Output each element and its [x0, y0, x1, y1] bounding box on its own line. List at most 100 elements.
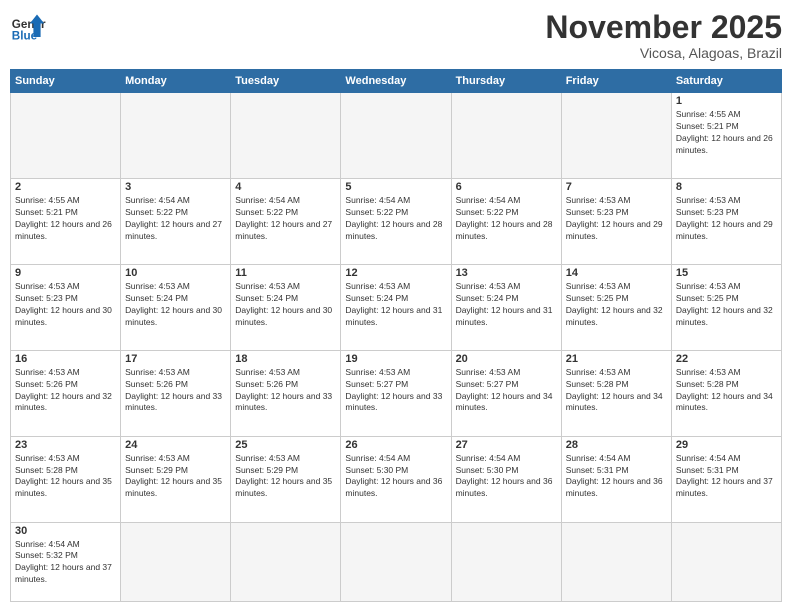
day-info: Sunrise: 4:54 AMSunset: 5:32 PMDaylight:…: [15, 539, 116, 587]
day-number: 23: [15, 439, 116, 451]
day-number: 26: [345, 439, 446, 451]
day-info: Sunrise: 4:53 AMSunset: 5:25 PMDaylight:…: [566, 281, 667, 329]
calendar-week-row: 23 Sunrise: 4:53 AMSunset: 5:28 PMDayligh…: [11, 436, 782, 522]
calendar-day-cell: 24Sunrise: 4:53 AMSunset: 5:29 PMDayligh…: [121, 436, 231, 522]
calendar-day-cell: [341, 522, 451, 601]
day-info: Sunrise: 4:53 AMSunset: 5:23 PMDaylight:…: [566, 195, 667, 243]
calendar-week-row: 30Sunrise: 4:54 AMSunset: 5:32 PMDayligh…: [11, 522, 782, 601]
day-number: 3: [125, 181, 226, 193]
calendar-day-cell: [121, 522, 231, 601]
day-info: Sunrise: 4:53 AMSunset: 5:24 PMDaylight:…: [235, 281, 336, 329]
calendar-day-cell: 9 Sunrise: 4:53 AMSunset: 5:23 PMDaylight…: [11, 264, 121, 350]
day-number: 22: [676, 353, 777, 365]
calendar-day-cell: 5 Sunrise: 4:54 AMSunset: 5:22 PMDaylight…: [341, 179, 451, 265]
day-info: Sunrise: 4:53 AMSunset: 5:29 PMDaylight:…: [235, 453, 336, 501]
day-info: Sunrise: 4:53 AMSunset: 5:24 PMDaylight:…: [345, 281, 446, 329]
day-number: 16: [15, 353, 116, 365]
calendar-day-cell: [451, 522, 561, 601]
day-info: Sunrise: 4:53 AMSunset: 5:23 PMDaylight:…: [676, 195, 777, 243]
day-number: 27: [456, 439, 557, 451]
day-info: Sunrise: 4:53 AMSunset: 5:26 PMDaylight:…: [15, 367, 116, 415]
month-title: November 2025: [545, 10, 782, 45]
logo-icon: General Blue: [10, 10, 46, 46]
day-number: 7: [566, 181, 667, 193]
calendar-day-cell: [231, 93, 341, 179]
day-number: 17: [125, 353, 226, 365]
day-number: 2: [15, 181, 116, 193]
calendar-day-cell: 19Sunrise: 4:53 AMSunset: 5:27 PMDayligh…: [341, 350, 451, 436]
day-info: Sunrise: 4:53 AMSunset: 5:24 PMDaylight:…: [456, 281, 557, 329]
page: General Blue November 2025 Vicosa, Alago…: [0, 0, 792, 612]
day-number: 21: [566, 353, 667, 365]
calendar-day-cell: [671, 522, 781, 601]
calendar-header-tuesday: Tuesday: [231, 70, 341, 93]
calendar-day-cell: 26 Sunrise: 4:54 AMSunset: 5:30 PMDayligh…: [341, 436, 451, 522]
calendar-day-cell: 3 Sunrise: 4:54 AMSunset: 5:22 PMDaylight…: [121, 179, 231, 265]
calendar-day-cell: 22 Sunrise: 4:53 AMSunset: 5:28 PMDayligh…: [671, 350, 781, 436]
day-info: Sunrise: 4:53 AMSunset: 5:28 PMDaylight:…: [676, 367, 777, 415]
day-number: 12: [345, 267, 446, 279]
calendar-day-cell: 12 Sunrise: 4:53 AMSunset: 5:24 PMDayligh…: [341, 264, 451, 350]
calendar-header-sunday: Sunday: [11, 70, 121, 93]
calendar-day-cell: [11, 93, 121, 179]
calendar-day-cell: [231, 522, 341, 601]
calendar-day-cell: 11Sunrise: 4:53 AMSunset: 5:24 PMDayligh…: [231, 264, 341, 350]
day-number: 9: [15, 267, 116, 279]
day-number: 4: [235, 181, 336, 193]
calendar-day-cell: 20 Sunrise: 4:53 AMSunset: 5:27 PMDayligh…: [451, 350, 561, 436]
calendar-day-cell: 2 Sunrise: 4:55 AMSunset: 5:21 PMDaylight…: [11, 179, 121, 265]
logo: General Blue: [10, 10, 46, 46]
day-number: 14: [566, 267, 667, 279]
calendar-week-row: 9 Sunrise: 4:53 AMSunset: 5:23 PMDaylight…: [11, 264, 782, 350]
calendar-week-row: 1 Sunrise: 4:55 AMSunset: 5:21 PMDaylight…: [11, 93, 782, 179]
calendar-day-cell: 30Sunrise: 4:54 AMSunset: 5:32 PMDayligh…: [11, 522, 121, 601]
calendar-day-cell: 14 Sunrise: 4:53 AMSunset: 5:25 PMDayligh…: [561, 264, 671, 350]
day-info: Sunrise: 4:55 AMSunset: 5:21 PMDaylight:…: [15, 195, 116, 243]
calendar-day-cell: [451, 93, 561, 179]
day-number: 20: [456, 353, 557, 365]
day-info: Sunrise: 4:53 AMSunset: 5:26 PMDaylight:…: [125, 367, 226, 415]
calendar-day-cell: 23 Sunrise: 4:53 AMSunset: 5:28 PMDayligh…: [11, 436, 121, 522]
day-info: Sunrise: 4:53 AMSunset: 5:24 PMDaylight:…: [125, 281, 226, 329]
day-number: 18: [235, 353, 336, 365]
calendar-day-cell: [561, 93, 671, 179]
header: General Blue November 2025 Vicosa, Alago…: [10, 10, 782, 61]
day-info: Sunrise: 4:54 AMSunset: 5:22 PMDaylight:…: [456, 195, 557, 243]
calendar-day-cell: 21Sunrise: 4:53 AMSunset: 5:28 PMDayligh…: [561, 350, 671, 436]
calendar-header-wednesday: Wednesday: [341, 70, 451, 93]
calendar-day-cell: 1 Sunrise: 4:55 AMSunset: 5:21 PMDaylight…: [671, 93, 781, 179]
calendar-week-row: 16 Sunrise: 4:53 AMSunset: 5:26 PMDayligh…: [11, 350, 782, 436]
day-number: 5: [345, 181, 446, 193]
day-info: Sunrise: 4:53 AMSunset: 5:27 PMDaylight:…: [456, 367, 557, 415]
day-number: 10: [125, 267, 226, 279]
day-info: Sunrise: 4:53 AMSunset: 5:28 PMDaylight:…: [15, 453, 116, 501]
calendar-day-cell: 10 Sunrise: 4:53 AMSunset: 5:24 PMDayligh…: [121, 264, 231, 350]
calendar-day-cell: [561, 522, 671, 601]
location-subtitle: Vicosa, Alagoas, Brazil: [545, 45, 782, 61]
calendar-day-cell: 28 Sunrise: 4:54 AMSunset: 5:31 PMDayligh…: [561, 436, 671, 522]
day-info: Sunrise: 4:53 AMSunset: 5:25 PMDaylight:…: [676, 281, 777, 329]
day-info: Sunrise: 4:54 AMSunset: 5:22 PMDaylight:…: [345, 195, 446, 243]
day-number: 8: [676, 181, 777, 193]
calendar-day-cell: 18Sunrise: 4:53 AMSunset: 5:26 PMDayligh…: [231, 350, 341, 436]
calendar-day-cell: 17 Sunrise: 4:53 AMSunset: 5:26 PMDayligh…: [121, 350, 231, 436]
calendar-day-cell: 7 Sunrise: 4:53 AMSunset: 5:23 PMDaylight…: [561, 179, 671, 265]
title-block: November 2025 Vicosa, Alagoas, Brazil: [545, 10, 782, 61]
calendar-header-saturday: Saturday: [671, 70, 781, 93]
day-number: 1: [676, 95, 777, 107]
day-info: Sunrise: 4:54 AMSunset: 5:30 PMDaylight:…: [345, 453, 446, 501]
day-info: Sunrise: 4:53 AMSunset: 5:23 PMDaylight:…: [15, 281, 116, 329]
calendar-day-cell: 29Sunrise: 4:54 AMSunset: 5:31 PMDayligh…: [671, 436, 781, 522]
calendar-day-cell: [341, 93, 451, 179]
calendar-header-friday: Friday: [561, 70, 671, 93]
day-number: 29: [676, 439, 777, 451]
calendar-day-cell: 13Sunrise: 4:53 AMSunset: 5:24 PMDayligh…: [451, 264, 561, 350]
day-info: Sunrise: 4:54 AMSunset: 5:31 PMDaylight:…: [566, 453, 667, 501]
day-number: 28: [566, 439, 667, 451]
day-number: 6: [456, 181, 557, 193]
calendar-header-row: SundayMondayTuesdayWednesdayThursdayFrid…: [11, 70, 782, 93]
calendar-day-cell: 4Sunrise: 4:54 AMSunset: 5:22 PMDaylight…: [231, 179, 341, 265]
day-info: Sunrise: 4:55 AMSunset: 5:21 PMDaylight:…: [676, 109, 777, 157]
day-info: Sunrise: 4:54 AMSunset: 5:22 PMDaylight:…: [125, 195, 226, 243]
day-info: Sunrise: 4:54 AMSunset: 5:30 PMDaylight:…: [456, 453, 557, 501]
